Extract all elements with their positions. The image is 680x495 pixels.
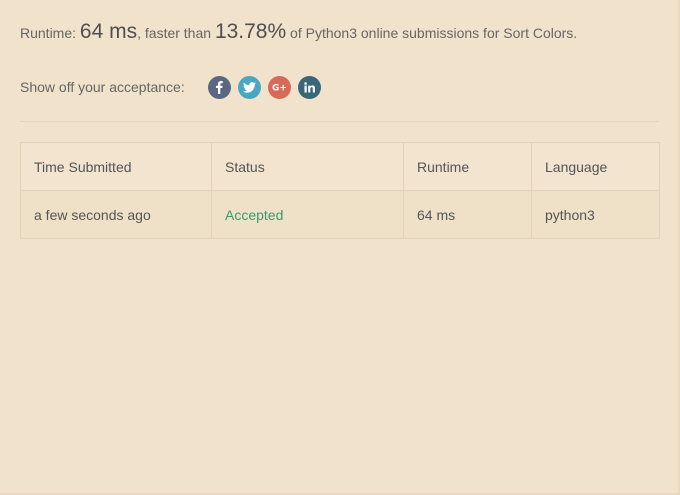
percentile-value: 13.78% (214, 20, 287, 43)
column-header-language: Language (531, 142, 660, 191)
svg-text:G+: G+ (272, 84, 287, 93)
time-submitted-cell: a few seconds ago (20, 190, 212, 239)
google-plus-icon[interactable]: G+ (267, 75, 291, 99)
column-header-time-submitted: Time Submitted (20, 142, 212, 191)
share-label: Show off your acceptance: (20, 79, 185, 95)
linkedin-icon[interactable] (297, 75, 321, 99)
facebook-icon[interactable] (207, 75, 231, 99)
share-icons: G+ (207, 75, 321, 99)
table-header-row: Time Submitted Status Runtime Language (20, 142, 660, 191)
table-row[interactable]: a few seconds ago Accepted 64 ms python3 (20, 190, 660, 239)
column-header-status: Status (211, 142, 404, 191)
share-row: Show off your acceptance: G+ (20, 74, 321, 100)
runtime-label: Runtime: (20, 25, 80, 41)
summary-suffix: of Python3 online submissions for Sort C… (286, 25, 578, 41)
runtime-value: 64 ms (79, 20, 138, 43)
column-header-runtime: Runtime (403, 142, 532, 191)
submissions-table: Time Submitted Status Runtime Language a… (20, 142, 660, 239)
runtime-cell: 64 ms (403, 190, 532, 239)
section-divider (20, 121, 659, 122)
submission-result-page: Runtime: 64 ms, faster than 13.78% of Py… (0, 0, 680, 495)
twitter-icon[interactable] (237, 75, 261, 99)
status-accepted-link[interactable]: Accepted (211, 190, 404, 239)
runtime-summary: Runtime: 64 ms, faster than 13.78% of Py… (20, 20, 577, 44)
faster-than-text: , faster than (137, 25, 215, 41)
language-cell: python3 (531, 190, 660, 239)
